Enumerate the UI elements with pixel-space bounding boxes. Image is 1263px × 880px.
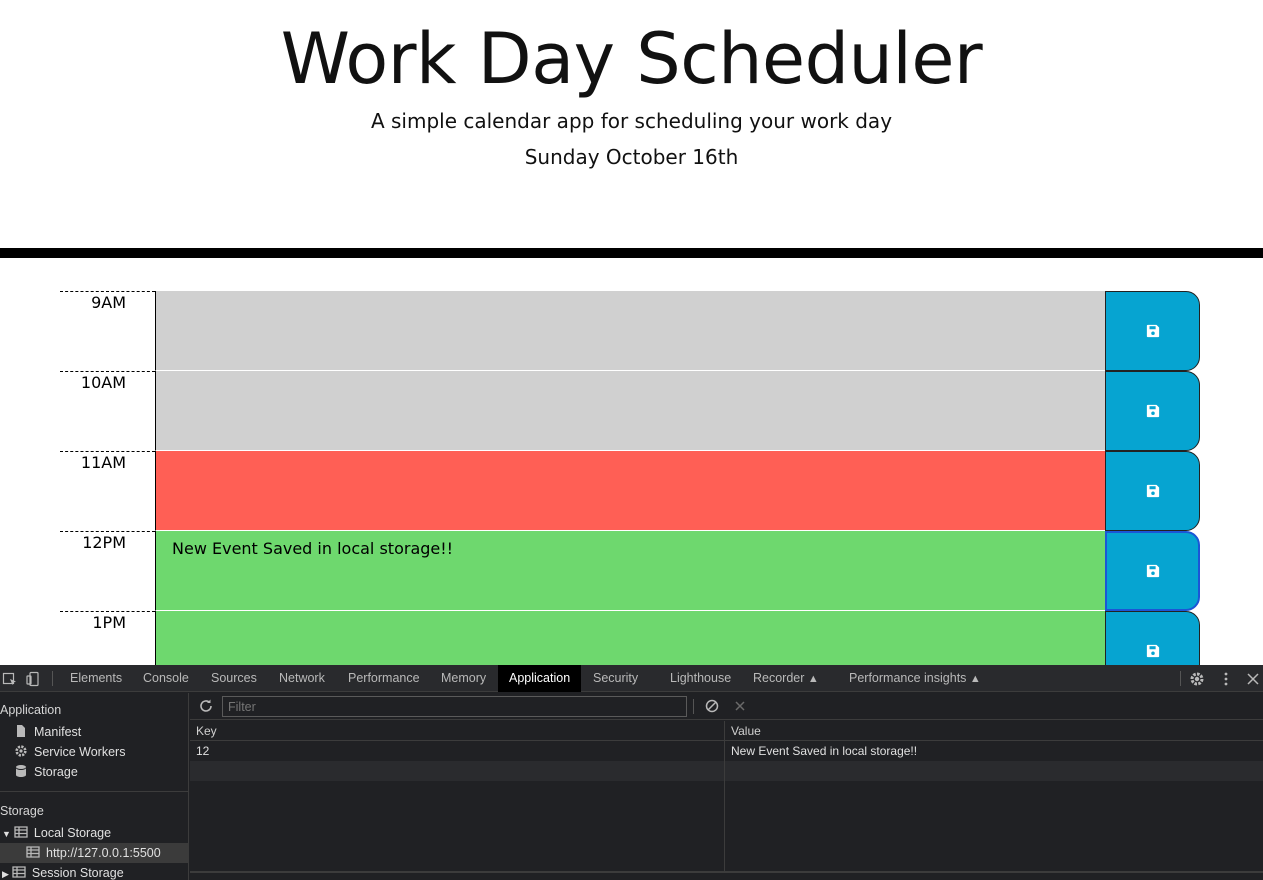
floppy-disk-icon — [1146, 324, 1159, 338]
floppy-disk-icon — [1146, 404, 1159, 418]
tab-elements[interactable]: Elements — [59, 665, 133, 692]
refresh-icon[interactable] — [198, 698, 214, 714]
expand-arrow-icon[interactable]: ▼ — [2, 829, 11, 839]
sidebar-heading-application: Application — [0, 703, 62, 717]
sidebar-divider — [0, 791, 189, 792]
sidebar-item-storage[interactable]: Storage — [14, 762, 78, 782]
sidebar-item-local-storage[interactable]: ▼ Local Storage — [2, 823, 111, 843]
hour-label: 11AM — [60, 451, 155, 531]
tab-security[interactable]: Security — [582, 665, 649, 692]
tab-performance[interactable]: Performance — [337, 665, 431, 692]
scheduler-page: Work Day Scheduler A simple calendar app… — [0, 0, 1263, 665]
timeblock-row: 11AM — [60, 451, 1200, 531]
save-button[interactable] — [1105, 371, 1200, 451]
tab-recorder-label: Recorder — [753, 671, 805, 685]
devtools-panel: Elements Console Sources Network Perform… — [0, 665, 1263, 880]
tab-performance-insights-label: Performance insights — [849, 671, 967, 685]
sidebar-item-label: Manifest — [34, 725, 82, 739]
gear-icon — [15, 745, 27, 757]
sidebar-item-service-workers[interactable]: Service Workers — [14, 742, 125, 762]
sidebar-item-local-storage-origin[interactable]: http://127.0.0.1:5500 — [0, 843, 189, 863]
table-cell-value[interactable]: New Event Saved in local storage!! — [725, 741, 1263, 761]
floppy-disk-icon — [1146, 644, 1159, 658]
tab-performance-insights[interactable]: Performance insights ▲ — [838, 665, 992, 692]
tabbar-divider — [1180, 671, 1181, 686]
tab-memory[interactable]: Memory — [430, 665, 497, 692]
timeblock-list: 9AM 10AM 11AM 12PM New Event Saved in lo… — [60, 291, 1200, 665]
hour-label: 12PM — [60, 531, 155, 611]
database-icon — [16, 765, 26, 777]
page-subtitle: A simple calendar app for scheduling you… — [370, 109, 893, 133]
sidebar-item-label: Local Storage — [33, 826, 112, 840]
hour-label: 1PM — [60, 611, 155, 665]
tabbar-divider — [52, 671, 53, 686]
timeblock-row: 10AM — [60, 371, 1200, 451]
timeblock-row: 9AM — [60, 291, 1200, 371]
flask-icon: ▲ — [807, 673, 819, 685]
event-textarea[interactable] — [155, 291, 1105, 371]
event-textarea[interactable] — [155, 371, 1105, 451]
inspect-element-icon[interactable] — [2, 671, 18, 687]
tab-recorder[interactable]: Recorder ▲ — [742, 665, 830, 692]
expand-arrow-icon[interactable]: ▶ — [2, 869, 9, 879]
save-button[interactable] — [1105, 291, 1200, 371]
floppy-disk-icon — [1146, 484, 1159, 498]
flask-icon: ▲ — [969, 673, 981, 685]
table-cell-key[interactable]: 12 — [190, 741, 724, 761]
header: Work Day Scheduler A simple calendar app… — [0, 0, 1263, 258]
table-row-empty — [190, 761, 1263, 781]
clear-all-icon[interactable] — [704, 698, 720, 714]
table-bottom-divider — [190, 871, 1263, 873]
column-header-key[interactable]: Key — [190, 721, 724, 741]
timeblock-row: 12PM New Event Saved in local storage!! — [60, 531, 1200, 611]
storage-viewer: Key Value 12 New Event Saved in local st… — [190, 693, 1263, 880]
filter-input[interactable] — [222, 696, 687, 717]
sidebar-item-label: http://127.0.0.1:5500 — [46, 846, 161, 860]
event-textarea[interactable] — [155, 451, 1105, 531]
event-textarea[interactable] — [155, 611, 1105, 665]
toolbar-divider — [693, 699, 694, 714]
save-button[interactable] — [1105, 451, 1200, 531]
tab-application[interactable]: Application — [498, 665, 582, 692]
application-sidebar: Application Manifest Service Workers Sto… — [0, 693, 189, 880]
tab-network[interactable]: Network — [268, 665, 336, 692]
gear-icon[interactable] — [1189, 671, 1205, 687]
sidebar-item-label: Storage — [34, 765, 78, 779]
tab-sources[interactable]: Sources — [200, 665, 268, 692]
sidebar-item-manifest[interactable]: Manifest — [14, 722, 81, 742]
table-grid-icon — [14, 826, 28, 838]
tab-console[interactable]: Console — [132, 665, 200, 692]
save-button[interactable] — [1105, 531, 1200, 611]
delete-selected-icon[interactable] — [732, 698, 748, 714]
device-toolbar-icon[interactable] — [25, 671, 41, 687]
close-icon[interactable] — [1245, 671, 1261, 687]
local-storage-table: Key Value 12 New Event Saved in local st… — [190, 721, 1263, 873]
tab-lighthouse[interactable]: Lighthouse — [659, 665, 742, 692]
sidebar-item-session-storage[interactable]: ▶ Session Storage — [2, 863, 124, 880]
page-title: Work Day Scheduler — [280, 18, 983, 100]
hour-label: 9AM — [60, 291, 155, 371]
timeblock-row: 1PM — [60, 611, 1200, 665]
save-button[interactable] — [1105, 611, 1200, 665]
column-header-value[interactable]: Value — [725, 721, 1263, 741]
current-day: Sunday October 16th — [524, 145, 739, 169]
sidebar-item-label: Session Storage — [31, 866, 124, 880]
document-icon — [17, 725, 25, 737]
table-grid-icon — [26, 846, 40, 858]
column-divider — [724, 721, 725, 871]
hour-label: 10AM — [60, 371, 155, 451]
sidebar-heading-storage: Storage — [0, 804, 44, 818]
sidebar-item-label: Service Workers — [34, 745, 126, 759]
devtools-tabbar: Elements Console Sources Network Perform… — [0, 665, 1263, 692]
table-grid-icon — [12, 866, 26, 878]
storage-toolbar — [190, 693, 1263, 720]
more-options-icon[interactable] — [1218, 671, 1234, 687]
floppy-disk-icon — [1146, 564, 1159, 578]
event-textarea[interactable]: New Event Saved in local storage!! — [155, 531, 1105, 611]
